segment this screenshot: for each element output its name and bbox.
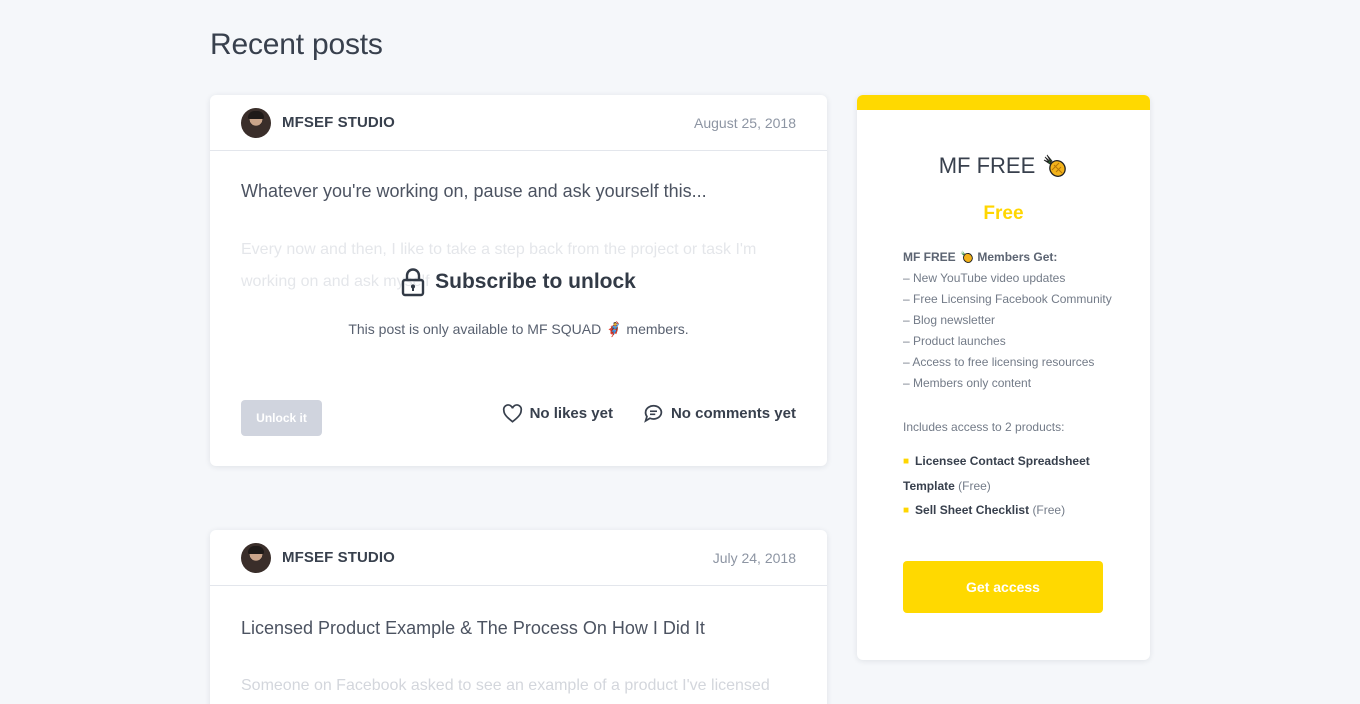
get-access-button[interactable]: Get access xyxy=(903,561,1103,613)
benefits-heading-suffix: Members Get: xyxy=(977,250,1058,264)
bullet-icon: ■ xyxy=(903,456,910,467)
likes-count: No likes yet xyxy=(529,404,613,422)
includes-text: Includes access to 2 products: xyxy=(903,420,1065,434)
post-author[interactable]: MFSEF STUDIO xyxy=(282,114,395,131)
benefit-item: – Access to free licensing resources xyxy=(903,355,1095,369)
locked-overlay: Subscribe to unlock This post is only av… xyxy=(210,267,827,338)
lock-icon xyxy=(401,268,425,297)
author-avatar[interactable] xyxy=(241,542,271,573)
product-price: (Free) xyxy=(1032,503,1066,517)
like-button[interactable]: No likes yet xyxy=(502,403,613,423)
comments-count: No comments yet xyxy=(670,404,796,422)
tier-accent-stripe xyxy=(857,95,1150,110)
page-title: Recent posts xyxy=(210,28,383,61)
post-title[interactable]: Whatever you're working on, pause and as… xyxy=(241,181,707,202)
product-item: ■ Sell Sheet Checklist (Free) xyxy=(903,498,1113,523)
post-card[interactable]: MFSEF STUDIO July 24, 2018 Licensed Prod… xyxy=(210,530,827,704)
post-date: August 25, 2018 xyxy=(694,114,796,131)
bullet-icon: ■ xyxy=(903,505,910,516)
comment-button[interactable]: No comments yet xyxy=(643,403,796,423)
membership-tier-card: MF FREE Free MF FREE Members Get: – New … xyxy=(857,95,1150,660)
post-date: July 24, 2018 xyxy=(712,549,796,566)
unlock-title: Subscribe to unlock xyxy=(435,270,636,293)
post-excerpt-blurred: Someone on Facebook asked to see an exam… xyxy=(241,677,770,694)
tier-name-row: MF FREE xyxy=(857,153,1150,179)
post-actions: No likes yet No comments yet xyxy=(502,403,796,423)
post-header: MFSEF STUDIO August 25, 2018 xyxy=(210,95,827,151)
benefit-item: – Blog newsletter xyxy=(903,313,996,327)
tier-benefits: MF FREE Members Get: – New YouTube video… xyxy=(903,247,1113,523)
benefits-heading-name: MF FREE xyxy=(903,250,956,264)
heart-icon xyxy=(502,403,522,423)
post-author[interactable]: MFSEF STUDIO xyxy=(282,549,395,566)
comment-icon xyxy=(644,404,663,423)
post-title[interactable]: Licensed Product Example & The Process O… xyxy=(241,618,705,639)
tier-price: Free xyxy=(983,203,1024,224)
product-item: ■ Licensee Contact Spreadsheet Template (… xyxy=(903,449,1113,498)
pineapple-icon xyxy=(960,250,973,263)
benefit-item: – Members only content xyxy=(903,376,1032,390)
unlock-button[interactable]: Unlock it xyxy=(241,400,322,436)
post-card[interactable]: MFSEF STUDIO August 25, 2018 Whatever yo… xyxy=(210,95,827,466)
pineapple-icon xyxy=(1044,154,1067,177)
product-name: Licensee Contact Spreadsheet Template xyxy=(903,454,1090,493)
product-list: ■ Licensee Contact Spreadsheet Template (… xyxy=(903,449,1113,523)
benefit-item: – New YouTube video updates xyxy=(903,271,1066,285)
benefits-heading: MF FREE Members Get: xyxy=(903,247,1113,268)
benefit-item: – Product launches xyxy=(903,334,1006,348)
author-avatar[interactable] xyxy=(241,107,271,138)
unlock-note: This post is only available to MF SQUAD … xyxy=(348,321,689,337)
product-price: (Free) xyxy=(958,479,991,493)
post-header: MFSEF STUDIO July 24, 2018 xyxy=(210,530,827,586)
product-name: Sell Sheet Checklist xyxy=(915,503,1030,517)
benefit-item: – Free Licensing Facebook Community xyxy=(903,292,1112,306)
tier-name: MF FREE xyxy=(938,153,1036,178)
